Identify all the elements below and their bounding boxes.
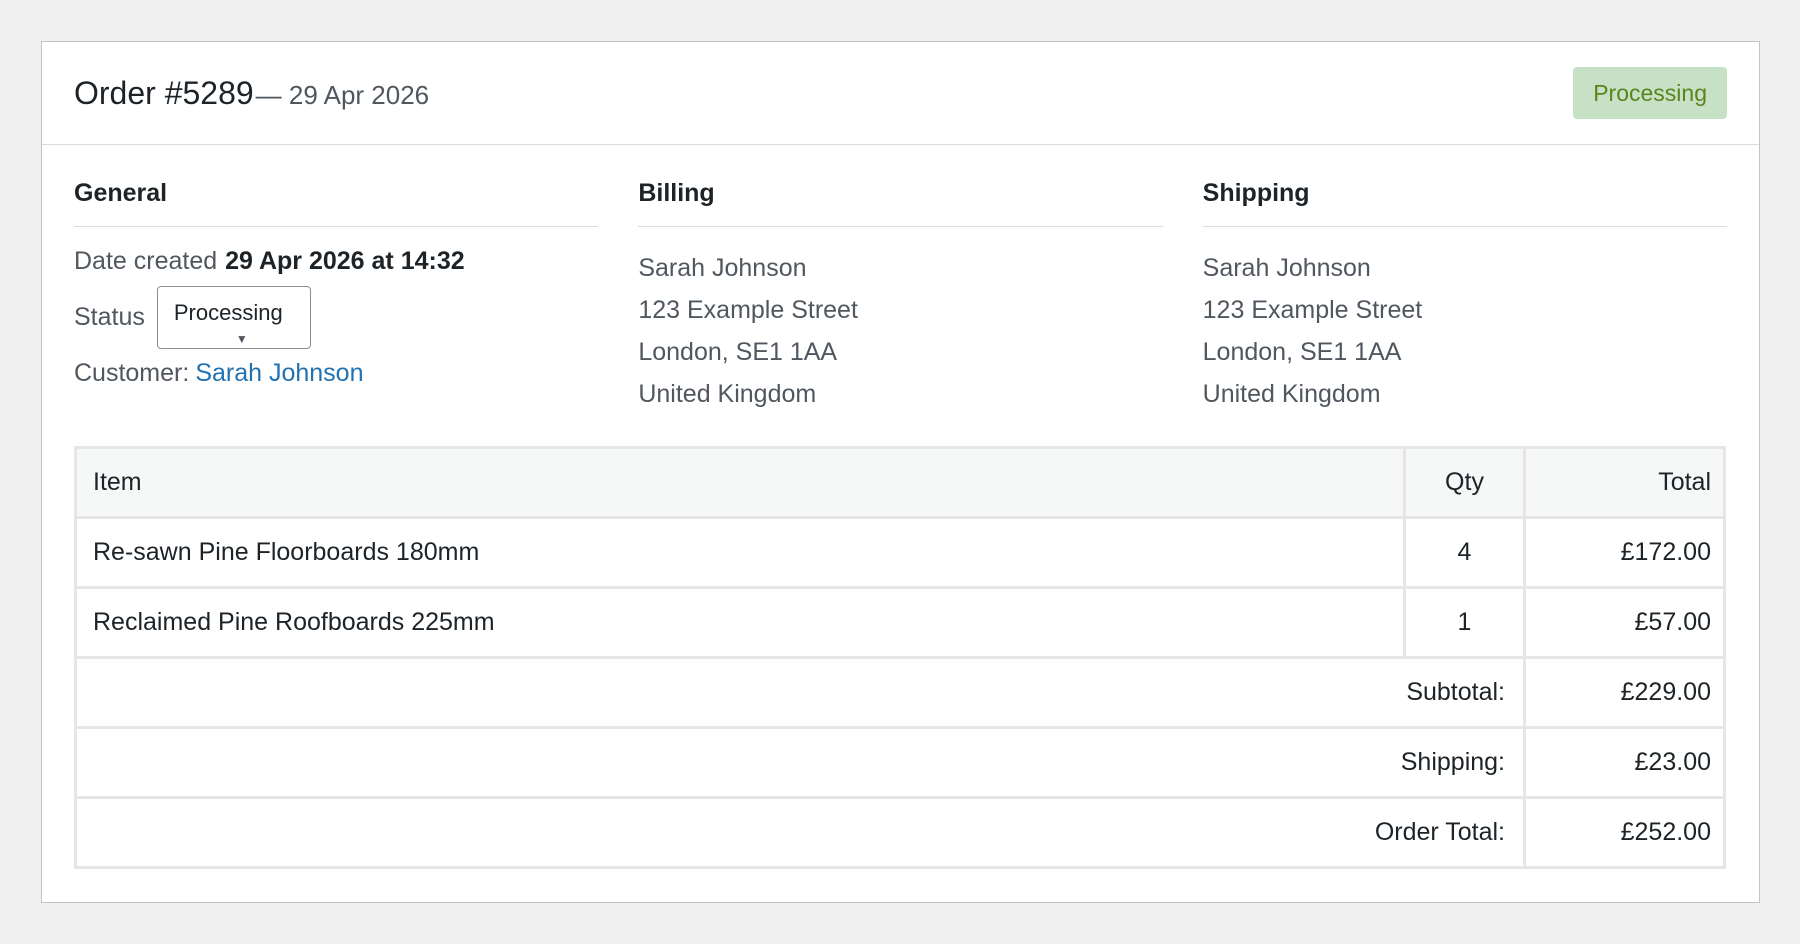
order-total-label: Order Total: (74, 796, 1526, 869)
table-header-row: Item Qty Total (74, 446, 1726, 519)
shipping-cost-row: Shipping: £23.00 (74, 726, 1726, 799)
billing-name: Sarah Johnson (638, 254, 807, 282)
shipping-section: Shipping Sarah Johnson 123 Example Stree… (1202, 179, 1727, 447)
chevron-down-icon: ▼ (235, 332, 248, 346)
billing-street: 123 Example Street (638, 296, 858, 324)
order-items-table: Item Qty Total Re-sawn Pine Floorboards … (74, 446, 1726, 869)
status-row: Status Processing ▼ (74, 286, 598, 349)
table-row: Reclaimed Pine Roofboards 225mm 1 £57.00 (74, 586, 1726, 659)
date-created-label: Date created (74, 247, 218, 275)
qty-column-header: Qty (1403, 446, 1526, 519)
shipping-cost-value: £23.00 (1523, 726, 1726, 799)
table-row: Re-sawn Pine Floorboards 180mm 4 £172.00 (74, 516, 1726, 589)
subtotal-value: £229.00 (1523, 656, 1726, 729)
shipping-street: 123 Example Street (1202, 296, 1423, 324)
item-qty: 1 (1403, 586, 1526, 659)
general-title: General (74, 179, 599, 227)
customer-label: Customer: (74, 359, 190, 387)
item-qty: 4 (1403, 516, 1526, 589)
item-column-header: Item (74, 446, 1406, 519)
subtotal-row: Subtotal: £229.00 (74, 656, 1726, 729)
order-total-value: £252.00 (1523, 796, 1726, 869)
status-select-value: Processing (173, 300, 283, 325)
billing-title: Billing (638, 179, 1163, 227)
shipping-city: London, SE1 1AA (1202, 338, 1402, 366)
shipping-cost-label: Shipping: (74, 726, 1526, 799)
order-title: Order #5289 (74, 74, 254, 111)
order-header: Order #5289 — 29 Apr 2026 Processing (42, 42, 1759, 145)
shipping-country: United Kingdom (1202, 380, 1381, 408)
order-card: Order #5289 — 29 Apr 2026 Processing Gen… (41, 41, 1760, 903)
item-name: Re-sawn Pine Floorboards 180mm (74, 516, 1406, 589)
date-created-row: Date created 29 Apr 2026 at 14:32 (74, 247, 598, 276)
total-column-header: Total (1523, 446, 1726, 519)
shipping-name: Sarah Johnson (1202, 254, 1371, 282)
status-badge: Processing (1573, 67, 1727, 119)
item-total: £57.00 (1523, 586, 1726, 659)
status-label: Status (74, 303, 145, 331)
billing-section: Billing Sarah Johnson 123 Example Street… (638, 179, 1163, 447)
order-title-group: Order #5289 — 29 Apr 2026 (74, 75, 429, 112)
general-section: General Date created 29 Apr 2026 at 14:3… (74, 179, 599, 447)
item-name: Reclaimed Pine Roofboards 225mm (74, 586, 1406, 659)
shipping-title: Shipping (1202, 179, 1727, 227)
item-total: £172.00 (1523, 516, 1726, 589)
date-created-value: 29 Apr 2026 at 14:32 (225, 247, 465, 275)
order-details: General Date created 29 Apr 2026 at 14:3… (42, 145, 1759, 447)
customer-link[interactable]: Sarah Johnson (195, 359, 363, 388)
subtotal-label: Subtotal: (74, 656, 1526, 729)
order-total-row: Order Total: £252.00 (74, 796, 1726, 869)
customer-row: Customer: Sarah Johnson (74, 359, 598, 388)
order-date: — 29 Apr 2026 (255, 79, 430, 110)
status-select[interactable]: Processing ▼ (156, 286, 311, 349)
billing-country: United Kingdom (638, 380, 817, 408)
billing-city: London, SE1 1AA (638, 338, 838, 366)
